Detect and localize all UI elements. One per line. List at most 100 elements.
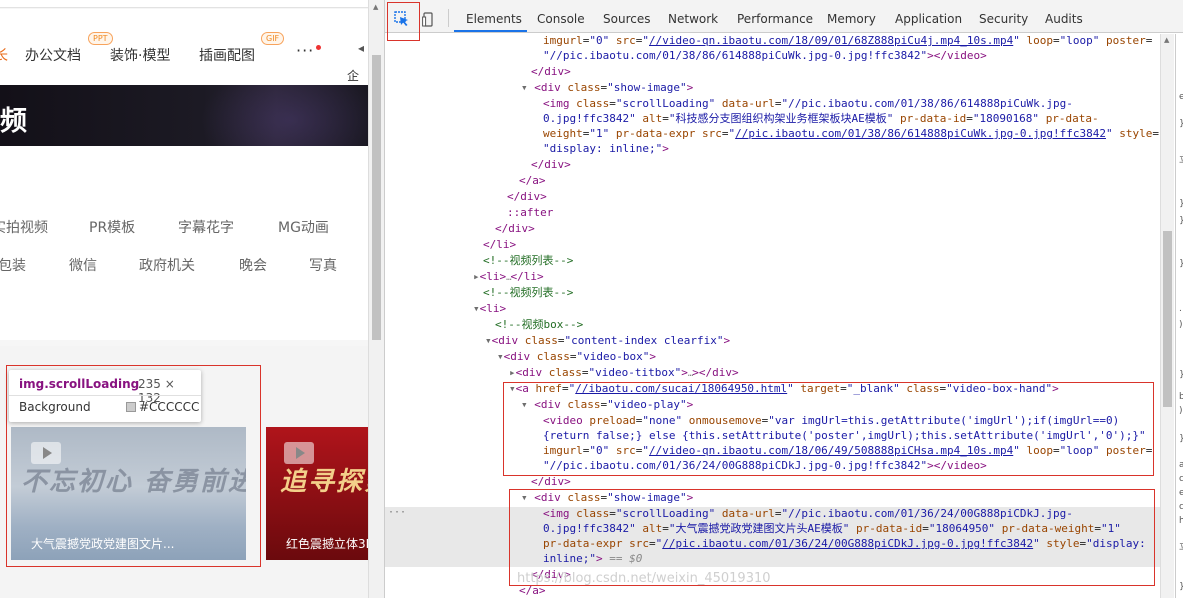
- tab-sources[interactable]: Sources: [603, 12, 650, 26]
- dom-line[interactable]: </div>: [495, 221, 535, 237]
- banner-glow: [200, 85, 368, 146]
- inspect-tooltip: img.scrollLoading 235 × 132 Background #…: [9, 370, 201, 422]
- scroll-up-arrow-icon[interactable]: ▲: [1164, 36, 1169, 44]
- dom-line[interactable]: </a>: [519, 173, 546, 189]
- scroll-up-arrow-icon[interactable]: ▲: [373, 3, 378, 11]
- dom-line[interactable]: <!--视频列表-->: [483, 253, 573, 269]
- sidepane-text: }: [1179, 216, 1183, 226]
- dom-tree-scrollbar-thumb[interactable]: [1163, 231, 1172, 407]
- sidepane-text: b: [1179, 392, 1183, 402]
- video-banner: 频: [0, 85, 368, 146]
- tab-audits[interactable]: Audits: [1045, 12, 1083, 26]
- sidepane-text: h: [1179, 516, 1183, 526]
- nav-item-office-docs[interactable]: 办公文档: [25, 45, 81, 65]
- tooltip-bg-value: #CCCCCC: [139, 400, 200, 414]
- sidepane-text: .: [1179, 304, 1182, 314]
- dom-line[interactable]: ▸<li>…</li>: [473, 269, 544, 285]
- sidepane-text: }: [1179, 582, 1183, 592]
- dom-line[interactable]: </div>: [507, 189, 547, 205]
- sidepane-text: c: [1179, 474, 1183, 484]
- devtools-tabbar: Elements Console Sources Network Perform…: [385, 0, 1183, 41]
- sidepane-text: 立: [1179, 539, 1183, 552]
- sidepane-text: }: [1179, 199, 1183, 209]
- tab-network[interactable]: Network: [668, 12, 718, 26]
- sidepane-text: a: [1179, 460, 1183, 470]
- sidepane-text: }: [1179, 370, 1183, 380]
- category-gala[interactable]: 晚会: [239, 255, 267, 275]
- tab-memory[interactable]: Memory: [827, 12, 876, 26]
- dom-line[interactable]: ▾<div class="content-index clearfix">: [485, 333, 730, 349]
- tooltip-bg-label: Background: [19, 400, 91, 414]
- tooltip-divider: [9, 395, 201, 396]
- dom-line[interactable]: <img class="scrollLoading" data-url="//p…: [543, 96, 1073, 112]
- category-filter-panel: 实拍视频 PR模板 字幕花字 MG动画 包装 微信 政府机关 晚会 写真: [0, 146, 368, 340]
- notification-dot: [316, 45, 321, 50]
- dom-line[interactable]: ▾<li>: [473, 301, 506, 317]
- dom-line[interactable]: </li>: [483, 237, 516, 253]
- nav-item-leading[interactable]: 长: [0, 45, 8, 65]
- tab-application[interactable]: Application: [895, 12, 962, 26]
- category-nav: 长 办公文档 PPT 装饰·模型 插画配图 GIF ··· ◂ 企业: [0, 9, 368, 100]
- category-packaging[interactable]: 包装: [0, 255, 26, 275]
- video-card-title[interactable]: 红色震撼立体3D: [266, 535, 368, 552]
- more-menu-icon[interactable]: ···: [296, 41, 314, 60]
- page-scrollbar[interactable]: ▲: [368, 0, 384, 598]
- dom-line[interactable]: </div>: [531, 64, 571, 80]
- dom-tree-scrollbar[interactable]: ▲: [1160, 34, 1174, 598]
- sidepane-text: 立: [1179, 152, 1183, 165]
- page-top-strip: [0, 0, 368, 8]
- category-portrait[interactable]: 写真: [309, 255, 337, 275]
- dom-line[interactable]: ▸<div class="video-titbox">…></div>: [509, 365, 739, 381]
- color-swatch: [126, 402, 136, 412]
- device-toolbar-icon[interactable]: [422, 12, 434, 27]
- active-tab-indicator: [454, 30, 527, 32]
- page-scrollbar-thumb[interactable]: [372, 55, 381, 340]
- card-calligraphy: 追寻探索: [280, 467, 368, 497]
- nav-item-decor-models[interactable]: 装饰·模型: [110, 45, 170, 65]
- ppt-badge: PPT: [88, 32, 113, 45]
- dom-line[interactable]: weight="1" pr-data-expr src="//pic.ibaot…: [543, 126, 1159, 142]
- dom-line[interactable]: <!--视频box-->: [495, 317, 583, 333]
- nav-item-illustrations[interactable]: 插画配图: [199, 45, 255, 65]
- category-live-video[interactable]: 实拍视频: [0, 217, 48, 237]
- dom-line[interactable]: </div>: [531, 157, 571, 173]
- video-card-red[interactable]: 追寻探索 红色震撼立体3D: [266, 427, 368, 560]
- devtools-panel: Elements Console Sources Network Perform…: [384, 0, 1183, 598]
- sidepane-text: e: [1179, 488, 1183, 498]
- sidepane-text: ): [1179, 406, 1183, 416]
- sidepane-text: ): [1179, 320, 1183, 330]
- sidepane-text: }: [1179, 434, 1183, 444]
- tab-security[interactable]: Security: [979, 12, 1028, 26]
- dom-line[interactable]: ::after: [507, 205, 553, 221]
- styles-sidepane: e } 立 } } } . ) } b ) } a c e c h 立 }: [1175, 34, 1183, 598]
- dom-line[interactable]: ▾ <div class="show-image">: [521, 80, 693, 96]
- category-subtitle-fx[interactable]: 字幕花字: [178, 217, 234, 237]
- dom-line[interactable]: ▾<div class="video-box">: [497, 349, 656, 365]
- sidepane-text: e: [1179, 92, 1183, 102]
- tab-elements[interactable]: Elements: [466, 12, 522, 26]
- collapse-arrow-icon[interactable]: ◂: [358, 41, 364, 55]
- category-government[interactable]: 政府机关: [139, 255, 195, 275]
- dom-line[interactable]: imgurl="0" src="//video-qn.ibaotu.com/18…: [543, 34, 1152, 49]
- dom-tree: ··· imgurl="0" src="//video-qn.ibaotu.co…: [385, 34, 1160, 598]
- category-wechat[interactable]: 微信: [69, 255, 97, 275]
- node-actions-icon[interactable]: ···: [388, 507, 406, 518]
- dom-line[interactable]: "//pic.ibaotu.com/01/38/86/614888piCuWk.…: [543, 48, 987, 64]
- sidepane-text: c: [1179, 502, 1183, 512]
- sidepane-text: }: [1179, 119, 1183, 129]
- category-mg-animation[interactable]: MG动画: [278, 217, 329, 237]
- dom-line[interactable]: </div>: [531, 474, 571, 490]
- highlight-box: [503, 382, 1154, 476]
- dom-line[interactable]: <!--视频列表-->: [483, 285, 573, 301]
- web-page-viewport: 长 办公文档 PPT 装饰·模型 插画配图 GIF ··· ◂ 企业 频 实拍视…: [0, 0, 368, 598]
- dom-line[interactable]: "display: inline;">: [543, 141, 669, 157]
- tab-performance[interactable]: Performance: [737, 12, 813, 26]
- gif-badge: GIF: [261, 32, 285, 45]
- banner-title: 频: [0, 106, 27, 137]
- sidepane-text: }: [1179, 259, 1183, 269]
- category-pr-templates[interactable]: PR模板: [89, 217, 135, 237]
- watermark: https://blog.csdn.net/weixin_45019310: [517, 571, 771, 586]
- dom-line[interactable]: 0.jpg!ffc3842" alt="科技感分支图组织构架业务框架板块AE模板…: [543, 111, 1099, 127]
- tooltip-selector: img.scrollLoading: [19, 377, 140, 391]
- tab-console[interactable]: Console: [537, 12, 585, 26]
